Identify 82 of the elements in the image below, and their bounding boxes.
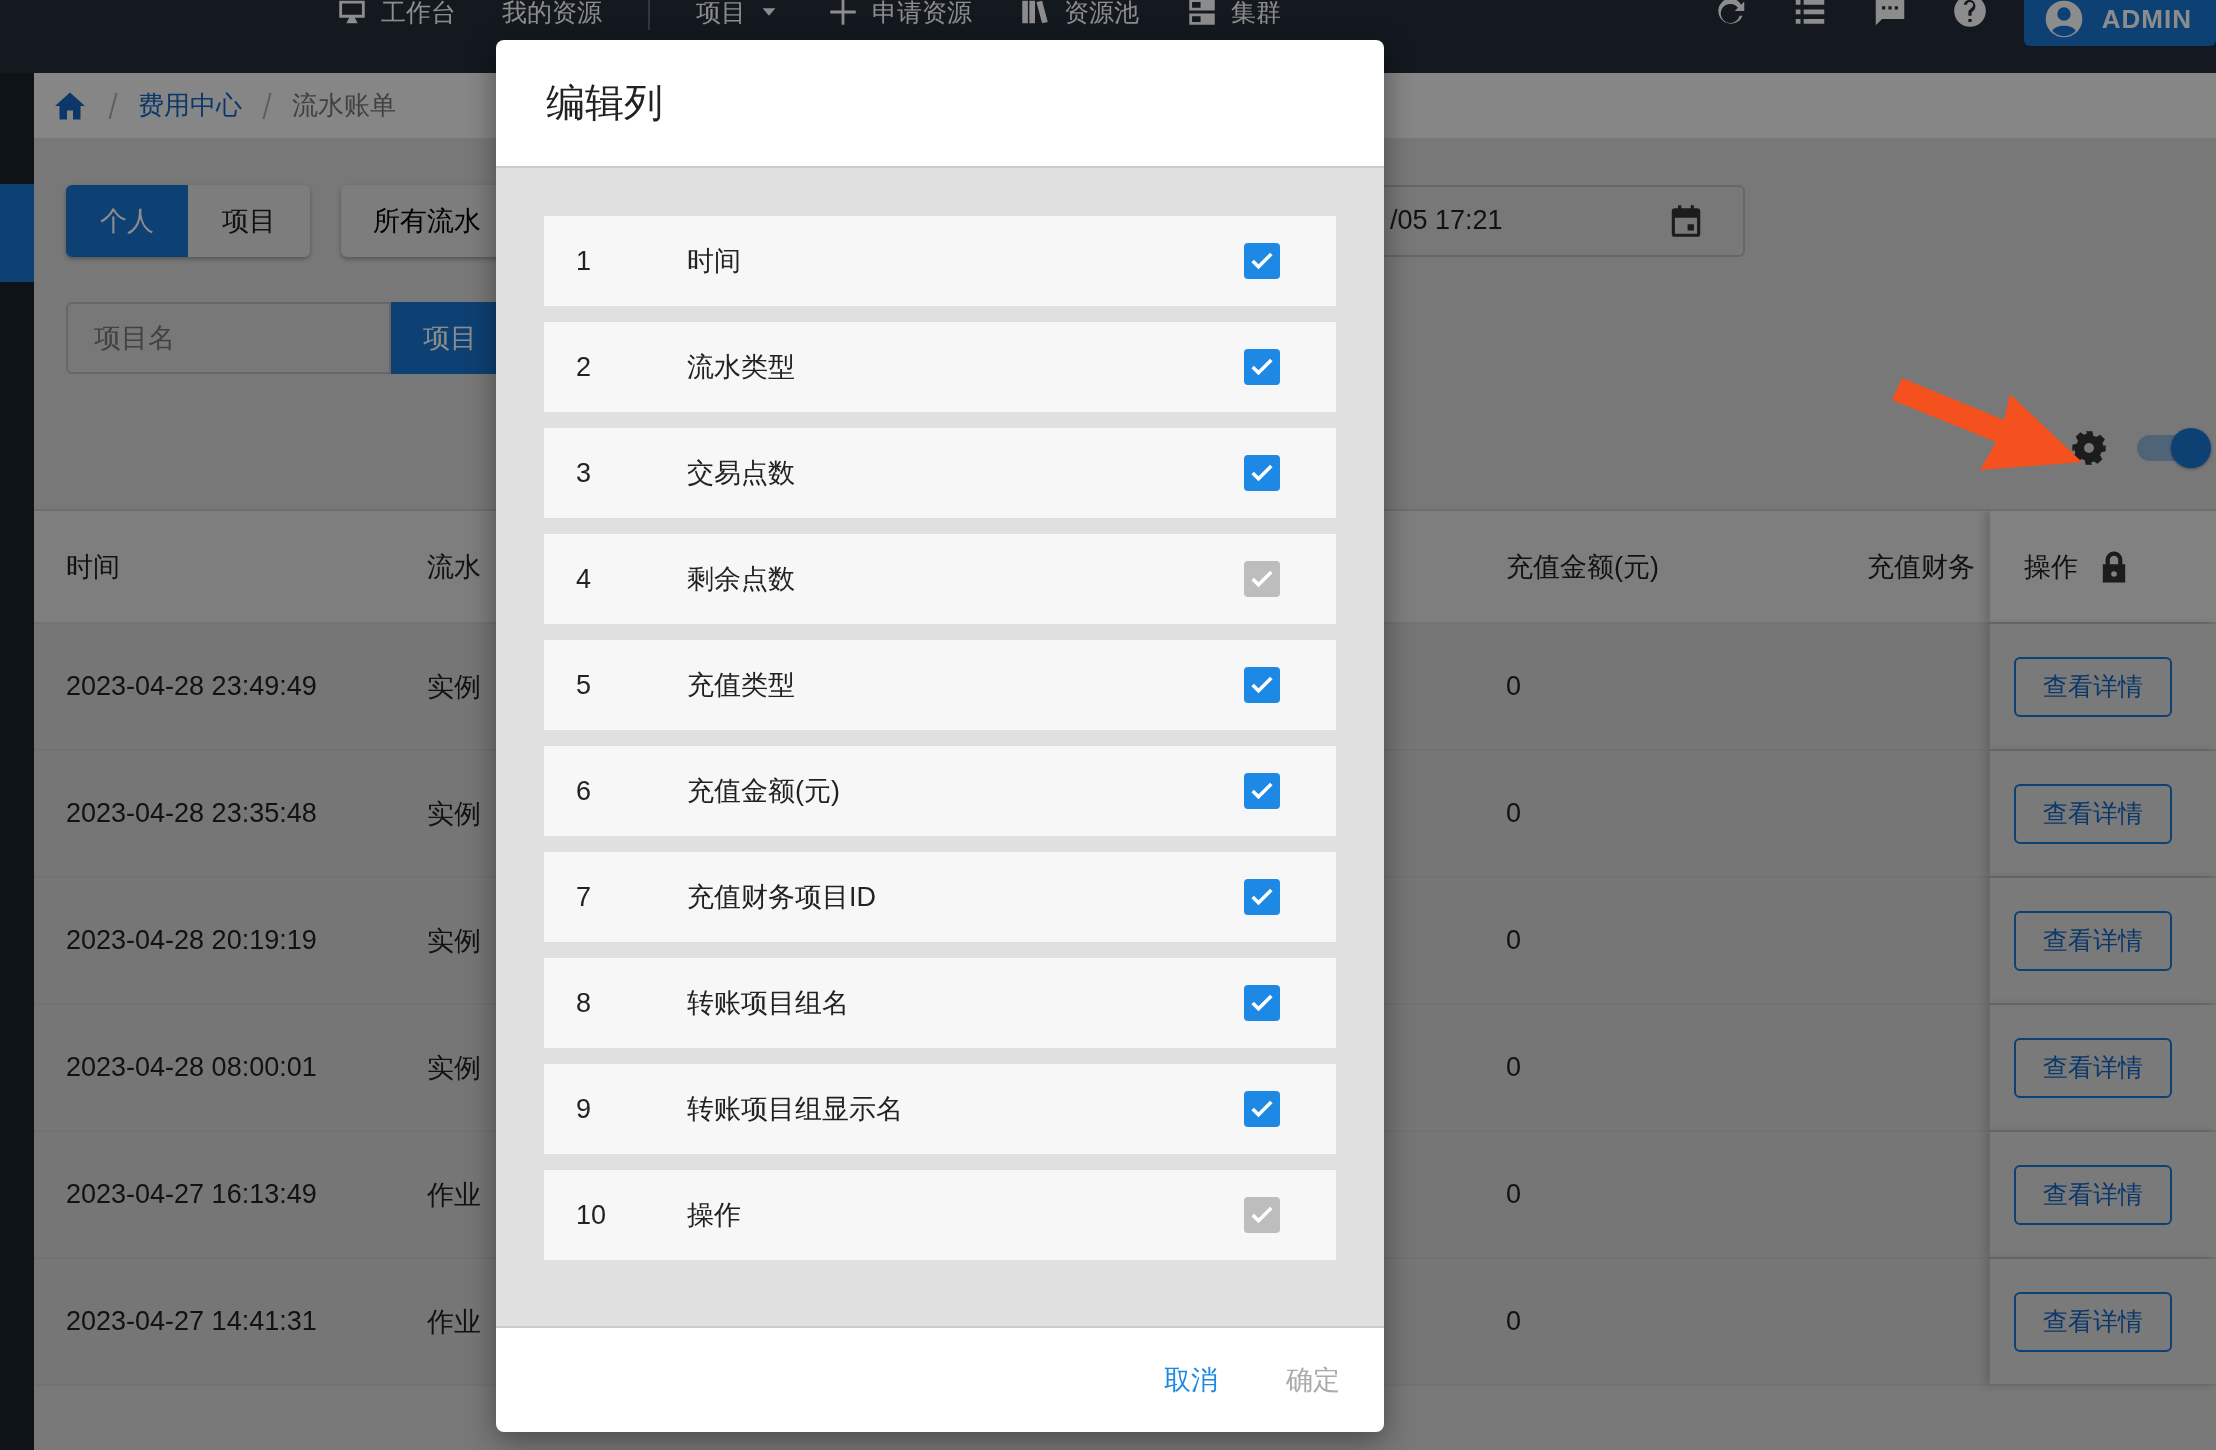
view-details-button[interactable]: 查看详情 bbox=[2014, 910, 2172, 971]
column-number: 8 bbox=[576, 987, 593, 1019]
column-number: 9 bbox=[576, 1093, 593, 1125]
column-option[interactable]: 1 时间 bbox=[544, 216, 1336, 306]
table-cell: 0 bbox=[1506, 1052, 1522, 1083]
column-name: 转账项目组名 bbox=[687, 987, 850, 1020]
nav-item[interactable]: 集群 bbox=[1185, 0, 1281, 29]
column-name: 充值金额(元) bbox=[687, 775, 841, 808]
column-name: 时间 bbox=[687, 245, 742, 278]
column-number: 7 bbox=[576, 881, 593, 913]
column-name: 充值类型 bbox=[687, 669, 796, 702]
view-details-button[interactable]: 查看详情 bbox=[2014, 656, 2172, 717]
checkbox[interactable] bbox=[1244, 985, 1280, 1021]
table-cell: 2023-04-28 08:00:01 bbox=[66, 1052, 317, 1083]
table-cell-text: 实例 bbox=[427, 797, 481, 831]
column-option[interactable]: 6 充值金额(元) bbox=[544, 746, 1336, 836]
column-name: 操作 bbox=[687, 1199, 742, 1232]
nav-item[interactable]: 工作台 bbox=[335, 0, 456, 29]
checkbox[interactable] bbox=[1244, 455, 1280, 491]
column-number: 6 bbox=[576, 775, 593, 807]
table-cell-text: 实例 bbox=[427, 1051, 481, 1085]
column-name: 剩余点数 bbox=[687, 563, 796, 596]
checkbox[interactable] bbox=[1244, 773, 1280, 809]
table-cell-text: 实例 bbox=[427, 924, 481, 958]
column-option[interactable]: 2 流水类型 bbox=[544, 322, 1336, 412]
table-cell: 0 bbox=[1506, 1306, 1522, 1337]
view-details-button[interactable]: 查看详情 bbox=[2014, 1291, 2172, 1352]
column-name: 充值财务项目ID bbox=[687, 881, 877, 914]
column-option[interactable]: 5 充值类型 bbox=[544, 640, 1336, 730]
column-option[interactable]: 8 转账项目组名 bbox=[544, 958, 1336, 1048]
column-number: 10 bbox=[576, 1199, 608, 1231]
column-name: 交易点数 bbox=[687, 457, 796, 490]
table-cell-text: 实例 bbox=[427, 670, 481, 704]
column-header: 充值财务 bbox=[1867, 550, 1975, 584]
breadcrumb-current: 流水账单 bbox=[292, 89, 396, 122]
checkbox[interactable] bbox=[1244, 879, 1280, 915]
table-cell: 0 bbox=[1506, 671, 1522, 702]
date-value: /05 17:21 bbox=[1390, 205, 1504, 236]
scope-tab[interactable]: 个人 bbox=[66, 184, 188, 257]
table-cell: 2023-04-28 20:19:19 bbox=[66, 925, 317, 956]
scope-tab[interactable]: 项目 bbox=[188, 184, 310, 257]
column-header: 时间 bbox=[66, 550, 120, 584]
table-cell-text: 作业 bbox=[427, 1305, 481, 1339]
column-option[interactable]: 9 转账项目组显示名 bbox=[544, 1064, 1336, 1154]
table-cell: 0 bbox=[1506, 798, 1522, 829]
nav-item[interactable]: 我的资源 bbox=[502, 0, 602, 29]
avatar-icon bbox=[2043, 0, 2084, 39]
view-details-button[interactable]: 查看详情 bbox=[2014, 783, 2172, 844]
checkbox[interactable] bbox=[1244, 1091, 1280, 1127]
table-cell: 2023-04-28 23:35:48 bbox=[66, 798, 317, 829]
nav-item[interactable]: 项目 bbox=[696, 0, 780, 29]
checkbox[interactable] bbox=[1244, 243, 1280, 279]
column-header: 流水 bbox=[427, 550, 481, 584]
table-cell: 2023-04-27 14:41:31 bbox=[66, 1306, 317, 1337]
column-option[interactable]: 7 充值财务项目ID bbox=[544, 852, 1336, 942]
nav-item[interactable]: 申请资源 bbox=[826, 0, 972, 29]
column-number: 2 bbox=[576, 351, 593, 383]
column-number: 4 bbox=[576, 563, 593, 595]
view-details-button[interactable]: 查看详情 bbox=[2014, 1164, 2172, 1225]
breadcrumb-link[interactable]: 费用中心 bbox=[138, 88, 242, 123]
checkbox[interactable] bbox=[1244, 667, 1280, 703]
column-option[interactable]: 3 交易点数 bbox=[544, 428, 1336, 518]
lock-icon bbox=[2100, 549, 2128, 584]
table-cell: 0 bbox=[1506, 1179, 1522, 1210]
checkbox[interactable] bbox=[1244, 349, 1280, 385]
table-cell: 2023-04-28 23:49:49 bbox=[66, 671, 317, 702]
column-header: 充值金额(元) bbox=[1506, 550, 1659, 584]
column-name: 流水类型 bbox=[687, 351, 796, 384]
view-details-button[interactable]: 查看详情 bbox=[2014, 1037, 2172, 1098]
nav-item[interactable]: 资源池 bbox=[1018, 0, 1139, 29]
settings-icon[interactable] bbox=[2069, 428, 2109, 468]
table-cell: 0 bbox=[1506, 925, 1522, 956]
table-cell: 2023-04-27 16:13:49 bbox=[66, 1179, 317, 1210]
column-number: 5 bbox=[576, 669, 593, 701]
user-button[interactable]: ADMIN bbox=[2023, 0, 2216, 46]
cancel-button[interactable]: 取消 bbox=[1160, 1354, 1222, 1406]
column-header: 操作 bbox=[2024, 550, 2078, 584]
column-number: 3 bbox=[576, 457, 593, 489]
dialog-title: 编辑列 bbox=[546, 80, 663, 126]
toggle-switch[interactable] bbox=[2137, 428, 2211, 468]
column-name: 转账项目组显示名 bbox=[687, 1093, 904, 1126]
table-cell-text: 作业 bbox=[427, 1178, 481, 1212]
